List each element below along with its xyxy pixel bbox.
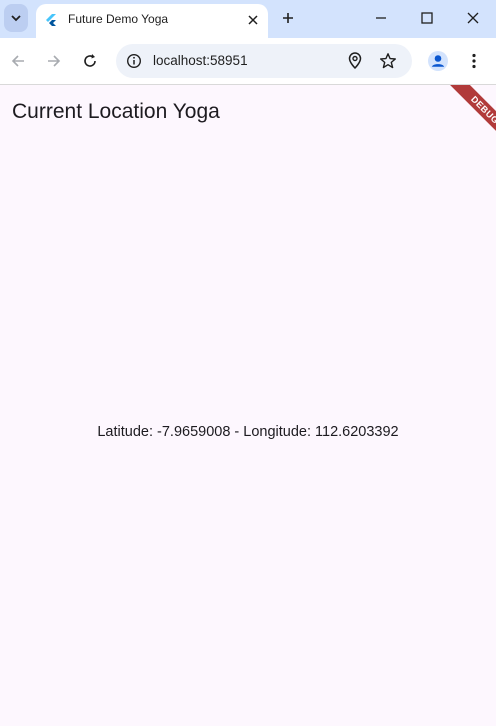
maximize-icon <box>421 12 433 24</box>
new-tab-button[interactable] <box>276 6 300 30</box>
window-close-button[interactable] <box>458 4 488 32</box>
location-button[interactable] <box>345 51 365 71</box>
more-vertical-icon <box>472 53 476 69</box>
maximize-button[interactable] <box>412 4 442 32</box>
minimize-icon <box>376 17 386 19</box>
page-title: Current Location Yoga <box>12 100 220 123</box>
arrow-left-icon <box>11 55 24 67</box>
site-info-button[interactable] <box>124 51 144 71</box>
address-bar[interactable]: localhost:58951 <box>116 44 412 78</box>
close-icon <box>467 12 479 24</box>
browser-toolbar: localhost:58951 <box>0 38 496 84</box>
reload-button[interactable] <box>77 48 103 74</box>
back-button[interactable] <box>5 48 31 74</box>
minimize-button[interactable] <box>366 4 396 32</box>
debug-banner: DEBUG <box>416 85 496 165</box>
tab-search-button[interactable] <box>4 4 28 32</box>
chevron-down-icon <box>11 15 21 22</box>
browser-tab[interactable]: Future Demo Yoga <box>36 4 268 38</box>
arrow-right-icon <box>48 55 61 67</box>
browser-menu-button[interactable] <box>464 49 484 73</box>
avatar-icon <box>428 51 448 71</box>
profile-button[interactable] <box>426 49 450 73</box>
flutter-icon <box>46 14 56 26</box>
location-pin-icon <box>348 52 362 70</box>
tab-close-button[interactable] <box>244 11 262 29</box>
plus-icon <box>283 13 293 23</box>
star-icon <box>380 53 396 69</box>
tab-title: Future Demo Yoga <box>68 12 169 26</box>
url-text: localhost:58951 <box>153 53 248 68</box>
tab-strip: Future Demo Yoga <box>0 0 496 38</box>
close-icon <box>248 15 258 25</box>
reload-icon <box>84 54 96 67</box>
bookmark-button[interactable] <box>378 51 398 71</box>
forward-button[interactable] <box>41 48 67 74</box>
location-text: Latitude: -7.9659008 - Longitude: 112.62… <box>97 424 399 440</box>
debug-banner-label: DEBUG <box>441 85 496 154</box>
info-icon <box>126 53 142 69</box>
